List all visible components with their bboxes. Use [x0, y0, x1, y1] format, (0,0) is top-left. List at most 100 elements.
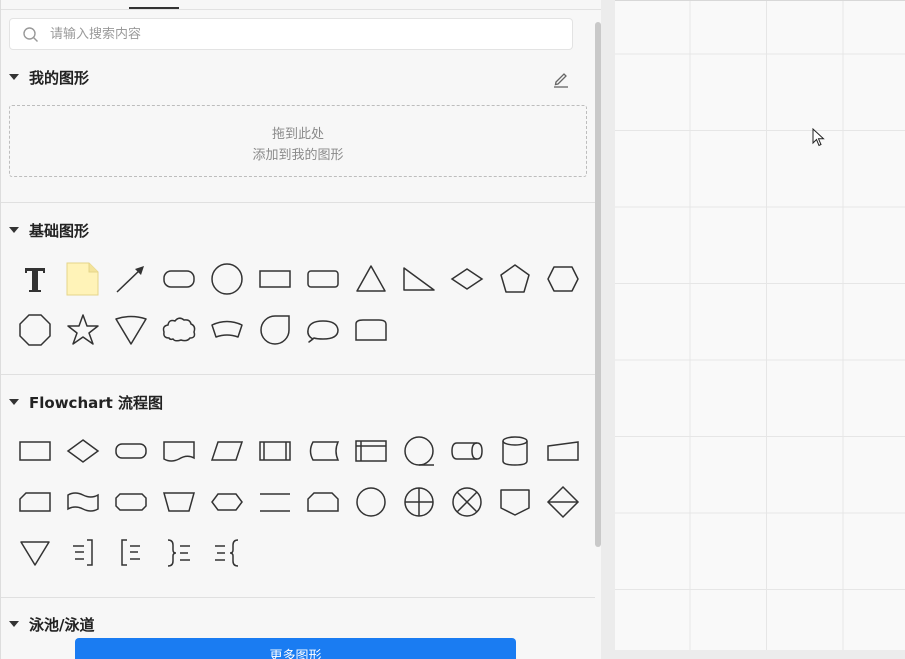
shape-or[interactable]: [399, 482, 439, 522]
shape-manual-operation[interactable]: [159, 482, 199, 522]
shape-parallel-mode[interactable]: [255, 482, 295, 522]
shape-triangle[interactable]: [351, 259, 391, 299]
section-header-basic-shapes[interactable]: 基础图形: [1, 217, 595, 243]
shape-teardrop[interactable]: [255, 310, 295, 350]
search-box: [9, 18, 573, 50]
shape-merge[interactable]: [15, 533, 55, 573]
merge-icon: [20, 541, 50, 566]
shape-loop-limit[interactable]: [303, 482, 343, 522]
my-shapes-drop-zone[interactable]: 拖到此处 添加到我的图形: [9, 105, 587, 177]
offpage-reference-icon: [500, 489, 530, 516]
divider: [1, 597, 595, 598]
shape-brace-left[interactable]: [159, 533, 199, 573]
shape-internal-storage[interactable]: [351, 431, 391, 471]
shape-circle[interactable]: [207, 259, 247, 299]
shape-arrow[interactable]: [111, 259, 151, 299]
shape-text[interactable]: [15, 259, 55, 299]
parallel-mode-icon: [260, 493, 290, 512]
drawing-canvas[interactable]: [615, 0, 905, 650]
shape-annotation-right[interactable]: [63, 533, 103, 573]
process-icon: [19, 441, 51, 461]
caret-down-icon: [9, 74, 19, 80]
star-icon: [67, 314, 99, 345]
divider: [1, 374, 595, 375]
shape-note[interactable]: [63, 259, 103, 299]
shape-manual-input[interactable]: [543, 431, 583, 471]
hexagon-icon: [547, 266, 579, 292]
shape-speech-bubble[interactable]: [303, 310, 343, 350]
tape-icon: [67, 492, 99, 512]
manual-operation-icon: [163, 492, 195, 512]
shape-stored-data[interactable]: [303, 431, 343, 471]
section-header-flowchart[interactable]: Flowchart 流程图: [1, 389, 595, 415]
or-icon: [404, 487, 434, 517]
display-icon: [211, 493, 243, 511]
brace-right-icon: [215, 539, 239, 567]
fan-icon: [211, 320, 243, 338]
shape-right-triangle[interactable]: [399, 259, 439, 299]
shape-cloud[interactable]: [159, 310, 199, 350]
connector-icon: [356, 487, 386, 517]
manual-input-icon: [547, 441, 579, 461]
shape-sort[interactable]: [543, 482, 583, 522]
shape-octagon[interactable]: [15, 310, 55, 350]
shape-connector[interactable]: [351, 482, 391, 522]
more-shapes-button[interactable]: 更多图形: [75, 638, 516, 659]
shape-database[interactable]: [495, 431, 535, 471]
shape-predefined-process[interactable]: [255, 431, 295, 471]
shape-fan[interactable]: [207, 310, 247, 350]
shape-star[interactable]: [63, 310, 103, 350]
shape-preparation[interactable]: [111, 482, 151, 522]
search-icon: [23, 27, 38, 42]
scrollbar-thumb[interactable]: [595, 22, 601, 547]
section-header-my-shapes[interactable]: 我的图形: [1, 64, 595, 90]
shape-display[interactable]: [207, 482, 247, 522]
shape-direct-data[interactable]: [447, 431, 487, 471]
shape-rounded-rect[interactable]: [159, 259, 199, 299]
edit-icon[interactable]: [551, 69, 571, 89]
section-title: 我的图形: [29, 69, 90, 87]
shape-summing-junction[interactable]: [447, 482, 487, 522]
section-title: Flowchart 流程图: [29, 394, 164, 412]
card-icon: [19, 492, 51, 512]
shape-decision[interactable]: [63, 431, 103, 471]
internal-storage-icon: [355, 440, 387, 462]
diamond-icon: [450, 268, 484, 290]
rounded-rect-icon: [163, 270, 195, 288]
annotation-left-icon: [121, 539, 140, 566]
rounded-rectangle-icon: [307, 270, 339, 288]
shape-annotation-left[interactable]: [111, 533, 151, 573]
database-icon: [502, 436, 528, 466]
speech-bubble-icon: [307, 320, 339, 343]
shape-curved-rectangle[interactable]: [351, 310, 391, 350]
loop-limit-icon: [307, 492, 339, 512]
drop-zone-line1: 拖到此处: [271, 127, 324, 142]
teardrop-icon: [260, 315, 290, 345]
pentagon-icon: [500, 264, 530, 293]
shape-process[interactable]: [15, 431, 55, 471]
mouse-cursor-icon: [812, 128, 825, 147]
shape-terminator[interactable]: [111, 431, 151, 471]
section-header-swimlane[interactable]: 泳池/泳道: [1, 611, 595, 637]
search-input[interactable]: [50, 23, 550, 45]
shape-offpage-reference[interactable]: [495, 482, 535, 522]
note-icon: [66, 262, 99, 296]
shape-inverted-triangle[interactable]: [111, 310, 151, 350]
shape-card[interactable]: [15, 482, 55, 522]
shape-brace-right[interactable]: [207, 533, 247, 573]
shape-hexagon[interactable]: [543, 259, 583, 299]
shape-document[interactable]: [159, 431, 199, 471]
cloud-icon: [162, 317, 196, 342]
shape-diamond[interactable]: [447, 259, 487, 299]
right-triangle-icon: [403, 267, 435, 291]
direct-data-icon: [451, 442, 483, 460]
shape-rounded-rectangle[interactable]: [303, 259, 343, 299]
terminator-icon: [115, 443, 147, 459]
shape-data[interactable]: [207, 431, 247, 471]
shape-rectangle[interactable]: [255, 259, 295, 299]
shape-pentagon[interactable]: [495, 259, 535, 299]
shape-sequential-data[interactable]: [399, 431, 439, 471]
shape-tape[interactable]: [63, 482, 103, 522]
section-title: 基础图形: [29, 222, 90, 240]
rectangle-icon: [259, 270, 291, 288]
